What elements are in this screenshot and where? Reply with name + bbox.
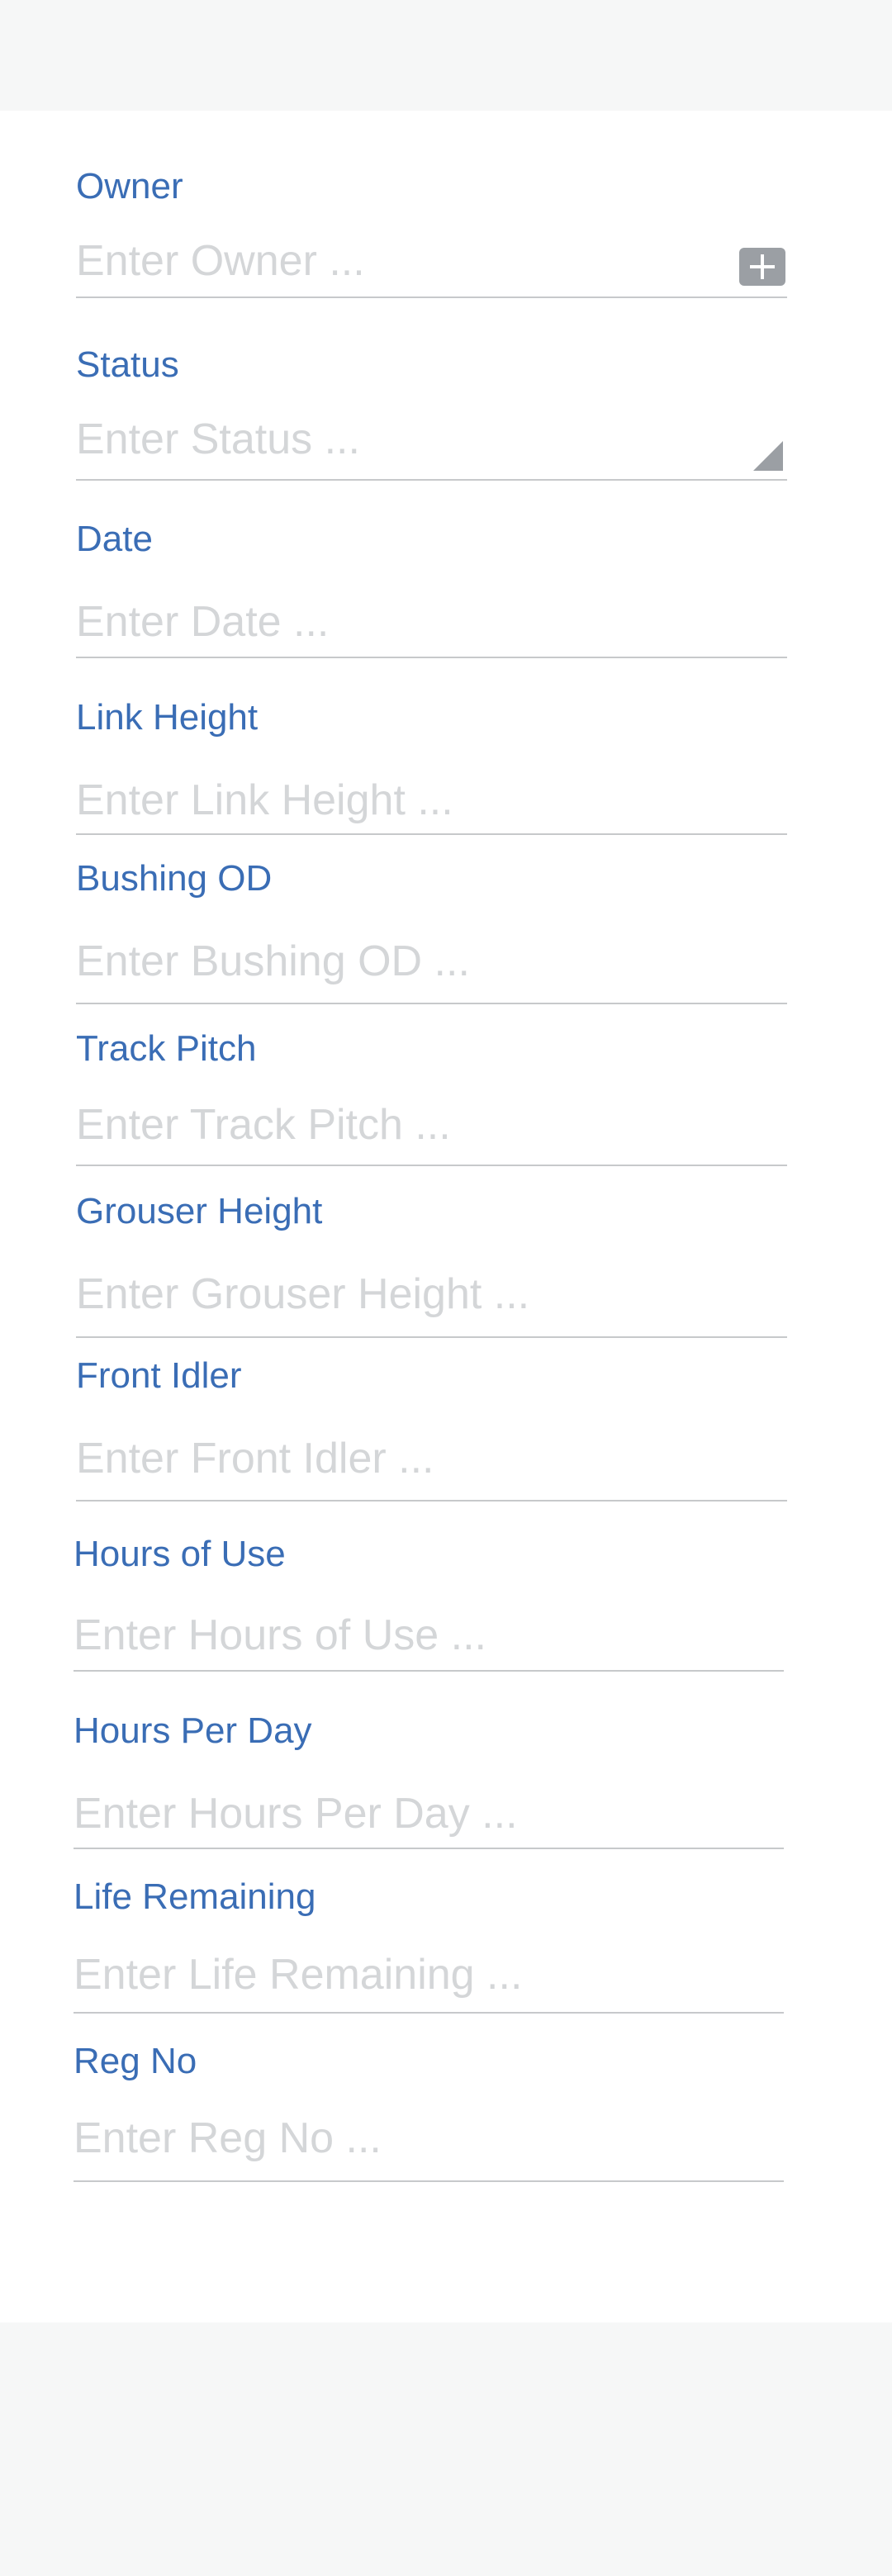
front-idler-label: Front Idler [76,1355,242,1396]
hours-per-day-input[interactable] [74,1789,784,1838]
status-input[interactable] [76,415,728,464]
bushing-od-label: Bushing OD [76,858,273,899]
hours-of-use-underline [74,1670,784,1672]
status-underline [76,479,787,481]
grouser-height-underline [76,1336,787,1338]
track-pitch-underline [76,1165,787,1166]
status-label: Status [76,344,179,385]
link-height-label: Link Height [76,697,259,738]
hours-of-use-label: Hours of Use [74,1534,286,1574]
life-remaining-label: Life Remaining [74,1876,316,1917]
link-height-underline [76,833,787,835]
track-pitch-label: Track Pitch [76,1028,257,1069]
grouser-height-input[interactable] [76,1269,787,1319]
reg-no-input[interactable] [74,2113,784,2163]
reg-no-label: Reg No [74,2041,197,2081]
life-remaining-underline [74,2012,784,2014]
link-height-input[interactable] [76,776,787,825]
date-underline [76,657,787,658]
top-bar [0,0,892,111]
hours-of-use-input[interactable] [74,1611,784,1660]
front-idler-input[interactable] [76,1434,787,1483]
reg-no-underline [74,2180,784,2182]
bushing-od-underline [76,1003,787,1004]
grouser-height-label: Grouser Height [76,1191,323,1231]
dropdown-triangle-icon[interactable] [753,441,783,471]
life-remaining-input[interactable] [74,1950,784,2000]
bushing-od-input[interactable] [76,937,787,986]
plus-icon[interactable] [739,248,785,286]
front-idler-underline [76,1500,787,1501]
track-pitch-input[interactable] [76,1100,787,1150]
hours-per-day-underline [74,1848,784,1849]
date-label: Date [76,519,153,559]
owner-input[interactable] [76,236,728,286]
hours-per-day-label: Hours Per Day [74,1710,312,1751]
owner-underline [76,297,787,298]
owner-label: Owner [76,166,183,206]
date-input[interactable] [76,597,787,647]
bottom-area [0,2322,892,2576]
